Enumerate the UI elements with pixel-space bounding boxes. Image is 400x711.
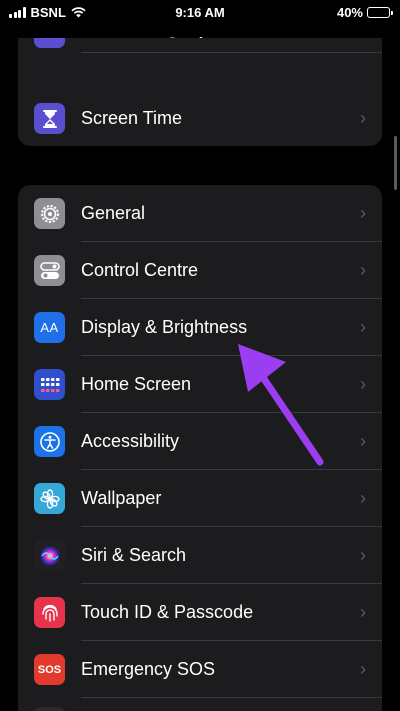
siri-icon [34, 540, 65, 571]
settings-row-control-centre[interactable]: Control Centre › [18, 242, 382, 299]
toggles-icon [34, 255, 65, 286]
accessibility-icon [34, 426, 65, 457]
row-label: Accessibility [81, 431, 180, 451]
row-label: Screen Time [81, 108, 183, 128]
settings-row-emergency-sos[interactable]: SOS Emergency SOS › [18, 641, 382, 698]
settings-row-general[interactable]: General › [18, 185, 382, 242]
status-bar: BSNL 9:16 AM 40% [0, 0, 400, 26]
chevron-right-icon: › [360, 488, 366, 508]
hourglass-icon [34, 103, 65, 134]
status-right: 40% [336, 5, 393, 20]
settings-row-display-brightness[interactable]: AA Display & Brightness › [18, 299, 382, 356]
partial-app-icon [34, 707, 65, 711]
chevron-right-icon: › [360, 374, 366, 394]
app-grid-icon [34, 369, 65, 400]
settings-group-screen-time: Screen Time › [18, 38, 382, 146]
separator [81, 52, 382, 53]
chevron-right-icon: › [360, 203, 366, 223]
settings-row-home-screen[interactable]: Home Screen › [18, 356, 382, 413]
chevron-right-icon: › [360, 659, 366, 679]
settings-row-screen-time[interactable]: Screen Time › [18, 90, 382, 146]
chevron-right-icon: › [360, 260, 366, 280]
row-label: Touch ID & Passcode [81, 602, 254, 622]
scrollbar[interactable] [394, 136, 397, 190]
chevron-right-icon: › [360, 545, 366, 565]
fingerprint-icon [34, 597, 65, 628]
settings-row-wallpaper[interactable]: Wallpaper › [18, 470, 382, 527]
settings-row-siri-search[interactable]: Siri & Search › [18, 527, 382, 584]
chevron-right-icon: › [360, 317, 366, 337]
settings-group-main: General › Control Centre › AA Display & … [18, 185, 382, 711]
chevron-right-icon: › [360, 431, 366, 451]
separator [81, 697, 382, 698]
row-label: Display & Brightness [81, 317, 248, 337]
row-label: Home Screen [81, 374, 192, 394]
chevron-right-icon: › [360, 108, 366, 128]
settings-row-touch-id-passcode[interactable]: Touch ID & Passcode › [18, 584, 382, 641]
flower-icon [34, 483, 65, 514]
sos-icon: SOS [34, 654, 65, 685]
battery-percentage: 40% [336, 5, 363, 20]
row-label: General [81, 203, 146, 223]
battery-icon [367, 7, 393, 18]
row-label: Control Centre [81, 260, 199, 280]
row-label: Emergency SOS [81, 659, 216, 679]
chevron-right-icon: › [360, 602, 366, 622]
gear-icon [34, 198, 65, 229]
partial-app-icon [34, 38, 65, 48]
settings-row-accessibility[interactable]: Accessibility › [18, 413, 382, 470]
row-label: Siri & Search [81, 545, 187, 565]
row-label: Wallpaper [81, 488, 162, 508]
text-size-icon: AA [34, 312, 65, 343]
